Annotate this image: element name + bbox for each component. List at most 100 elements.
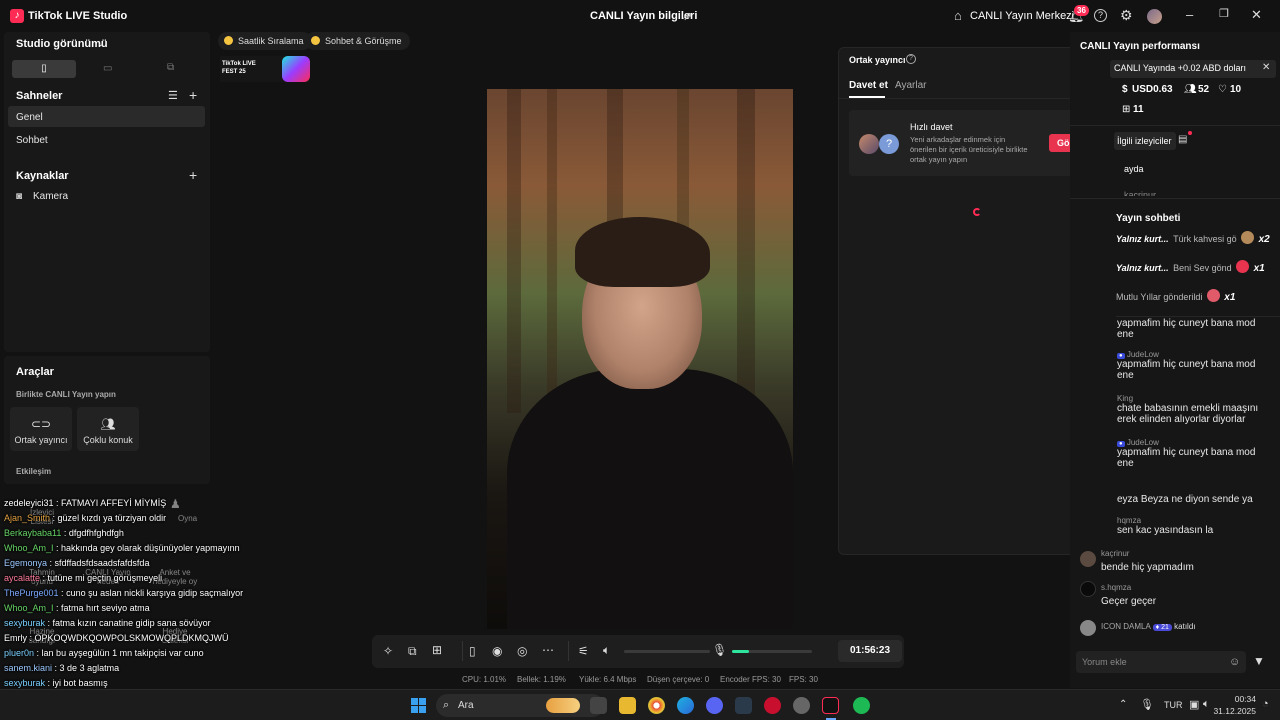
search-label: Ara bbox=[458, 700, 474, 711]
viewer-row: ayda bbox=[1124, 164, 1144, 174]
avatar[interactable] bbox=[1147, 9, 1162, 24]
add-scene-icon[interactable]: + bbox=[189, 87, 197, 103]
scene-item-sohbet[interactable]: Sohbet bbox=[16, 135, 48, 146]
chat-user: s.hqmza bbox=[1101, 583, 1132, 592]
chat-overlay-text: hakkında gey olarak düşünüyoler yapmayın… bbox=[61, 543, 240, 553]
adjust-icon[interactable]: ⚟ bbox=[578, 644, 589, 658]
gift-text: Mutlu Yıllar gönderildi bbox=[1116, 292, 1203, 302]
chat-message: eyza Beyza ne diyon sende ya bbox=[1117, 494, 1277, 505]
emoji-icon[interactable]: ☺ bbox=[1229, 656, 1240, 668]
scene-label: Genel bbox=[16, 112, 43, 123]
taskbar: ⌕ Ara ⌃ 🎙︎ TUR ▣ 🔈︎ 00:34 31.12.2025 ◔ bbox=[0, 689, 1280, 720]
chevron-down-icon[interactable]: ⌄ bbox=[97, 38, 105, 49]
task-view-icon[interactable] bbox=[590, 697, 607, 714]
play-tool[interactable]: Oyna bbox=[178, 514, 197, 523]
gift-row: Mutlu Yıllar gönderildi x1 bbox=[1116, 287, 1280, 305]
tiktok-studio-icon[interactable] bbox=[822, 697, 839, 714]
chat-overlay-user: Ajan_Smith bbox=[4, 513, 51, 523]
camera-preview bbox=[487, 89, 793, 629]
live-timer: 01:56:23 bbox=[838, 640, 902, 662]
magic-icon[interactable]: ✧ bbox=[383, 644, 393, 658]
gift-icon: ⊞ bbox=[1122, 104, 1131, 115]
chat-overlay-line: zedeleyici31 : FATMAYI AFFEYİ MİYMİŞ bbox=[4, 498, 167, 508]
join-user: ICON DAMLA bbox=[1101, 622, 1151, 631]
effects-icon[interactable]: ◎ bbox=[517, 644, 527, 658]
windows-start-icon[interactable] bbox=[411, 698, 426, 713]
filter-icon[interactable]: ▼ bbox=[1253, 654, 1265, 668]
multi-guest-tool-button[interactable]: 👥︎ Çoklu konuk bbox=[77, 407, 139, 451]
chat-overlay-line: Emrly : OPKOQWDKQOWPOLSKMOWQPLDKMQJWÜ bbox=[4, 633, 229, 643]
landscape-view-icon[interactable]: ▭ bbox=[103, 63, 112, 74]
help-icon[interactable]: ? bbox=[1094, 9, 1107, 22]
chat-message: King chate babasının emekli maaşını erek… bbox=[1117, 394, 1277, 425]
chrome-icon[interactable] bbox=[648, 697, 665, 714]
edge-icon[interactable] bbox=[677, 697, 694, 714]
language-indicator[interactable]: TUR bbox=[1164, 700, 1183, 710]
chat-overlay-text: fatma hırt seviyo atma bbox=[61, 603, 150, 613]
viewers-tab[interactable]: İlgili izleyiciler bbox=[1114, 132, 1176, 150]
gift-text: Beni Sev gönd bbox=[1173, 263, 1232, 273]
volume-icon[interactable]: 🔈︎ bbox=[603, 643, 610, 658]
search-icon: ⌕ bbox=[443, 699, 450, 711]
minimize-icon[interactable]: – bbox=[1186, 7, 1193, 22]
spotify-icon[interactable] bbox=[853, 697, 870, 714]
home-icon[interactable]: ⌂ bbox=[954, 8, 962, 23]
chevron-up-icon[interactable]: ⌃ bbox=[1119, 699, 1127, 710]
clock-date[interactable]: 31.12.2025 bbox=[1200, 706, 1256, 716]
opera-icon[interactable] bbox=[764, 697, 781, 714]
info-icon[interactable]: ? bbox=[906, 54, 916, 64]
dual-view-icon[interactable]: ⧉ bbox=[167, 62, 174, 73]
share-icon[interactable]: ⇗ bbox=[682, 9, 692, 23]
tab-settings[interactable]: Ayarlar bbox=[895, 80, 927, 91]
memory-stat: Bellek: 1.19% bbox=[517, 675, 566, 684]
mic-tray-icon[interactable]: 🎙︎ bbox=[1140, 698, 1154, 711]
file-explorer-icon[interactable] bbox=[619, 697, 636, 714]
earnings-banner: CANLI Yayında +0.02 ABD doları ✕ bbox=[1110, 60, 1276, 78]
chat-user: ● JudeLow bbox=[1117, 438, 1159, 447]
network-icon[interactable]: ▣ bbox=[1189, 698, 1199, 711]
close-icon[interactable]: ✕ bbox=[1262, 62, 1270, 73]
gamepad-icon[interactable]: ♟ bbox=[170, 497, 181, 511]
layout-icon[interactable]: ⧉ bbox=[408, 644, 417, 659]
gear-icon[interactable]: ⚙ bbox=[1120, 7, 1133, 24]
chat-meet-pill[interactable]: Sohbet & Görüşme bbox=[305, 32, 410, 50]
add-source-icon[interactable]: + bbox=[189, 167, 197, 183]
studio-view-dropdown[interactable]: Studio görünümü bbox=[16, 38, 108, 50]
chat-overlay-line: sanem.kiani : 3 de 3 aglatma bbox=[4, 663, 120, 673]
notifications-icon[interactable]: ◔ bbox=[1262, 698, 1269, 710]
chat-overlay-line: sexyburak : iyi bot basmış bbox=[4, 678, 108, 688]
close-icon[interactable]: ✕ bbox=[1251, 7, 1262, 23]
comment-input[interactable]: Yorum ekle bbox=[1076, 651, 1246, 673]
cohost-tool-button[interactable]: ⊂⊃ Ortak yayıncı bbox=[10, 407, 72, 451]
restore-icon[interactable]: ❐ bbox=[1219, 7, 1229, 20]
source-item-camera[interactable]: Kamera bbox=[33, 191, 68, 202]
mic-level-slider[interactable] bbox=[732, 650, 812, 653]
chat-overlay-line: Ajan_Smith : güzel kızdı ya türziyan old… bbox=[4, 513, 167, 523]
person-body bbox=[507, 369, 793, 629]
list-icon[interactable]: ▤ bbox=[1178, 134, 1187, 145]
chat-overlay-user: ThePurge001 bbox=[4, 588, 59, 598]
record-icon[interactable]: ◉ bbox=[492, 644, 502, 658]
hourly-ranking-pill[interactable]: Saatlik Sıralama bbox=[218, 32, 312, 50]
live-center-link[interactable]: CANLI Yayın Merkezi bbox=[970, 10, 1074, 22]
portrait-view-button[interactable]: ▯ bbox=[12, 60, 76, 78]
volume-slider[interactable] bbox=[624, 650, 710, 653]
clock-time[interactable]: 00:34 bbox=[1220, 694, 1256, 704]
taskbar-search[interactable]: ⌕ Ara bbox=[436, 694, 604, 717]
like-count: 10 bbox=[1230, 84, 1242, 95]
chat-overlay-text: tutüne mi geçtin görüşmeyeli bbox=[47, 573, 163, 583]
chat-overlay-user: Egemonya bbox=[4, 558, 48, 568]
discord-icon[interactable] bbox=[706, 697, 723, 714]
settings-app-icon[interactable] bbox=[793, 697, 810, 714]
live-chat-title: Yayın sohbeti bbox=[1116, 213, 1181, 224]
join-message: ICON DAMLA ♦ 21 katıldı bbox=[1101, 622, 1195, 631]
add-scene-icon[interactable]: ⊞ bbox=[432, 643, 442, 657]
phone-icon[interactable]: ▯ bbox=[469, 644, 476, 658]
app-icon[interactable] bbox=[735, 697, 752, 714]
mic-icon[interactable]: 🎙︎ bbox=[712, 643, 727, 657]
pill-label: Saatlik Sıralama bbox=[238, 36, 304, 46]
list-icon[interactable]: ☰ bbox=[168, 89, 178, 102]
tab-invite[interactable]: Davet et bbox=[849, 80, 888, 91]
more-icon[interactable]: ⋯ bbox=[542, 643, 554, 657]
chat-overlay-line: pluer0n : lan bu ayşegülün 1 mn takipçis… bbox=[4, 648, 204, 658]
